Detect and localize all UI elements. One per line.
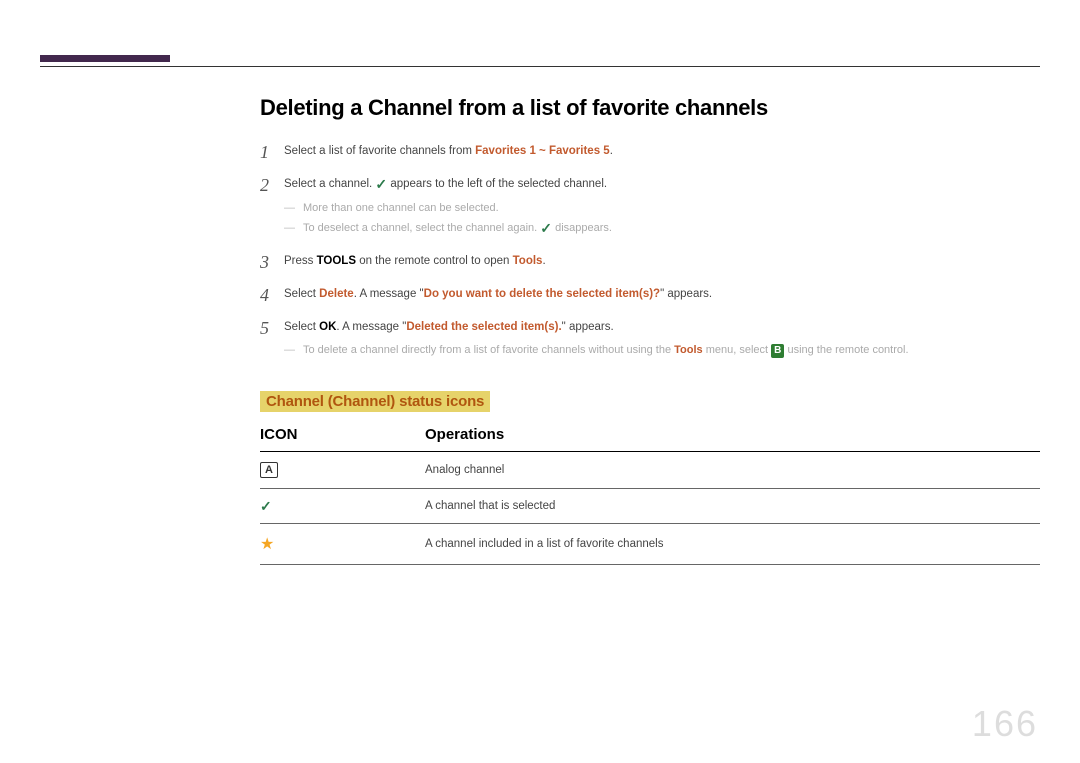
table-row: ★ A channel included in a list of favori… [260,523,1040,564]
status-icons-table: ICON Operations A Analog channel ✓ A cha… [260,422,1040,565]
deleted-message: Deleted the selected item(s). [406,321,561,333]
icon-cell: ★ [260,523,425,564]
tools-menu-label: Tools [513,255,543,267]
delete-label: Delete [319,288,354,300]
step-text: Select a list of favorite channels from [284,145,475,157]
col-operations-header: Operations [425,422,1040,452]
document-page: Deleting a Channel from a list of favori… [0,0,1080,763]
step-text: " appears. [562,321,614,333]
step-text: " appears. [660,288,712,300]
sidebar-marker [40,55,170,62]
step-text: Select [284,321,319,333]
step-text: Press [284,255,317,267]
step-text: . A message " [336,321,406,333]
top-rule [40,66,1040,67]
checkmark-icon: ✓ [375,177,387,191]
favorites-range: Favorites 1 ~ Favorites 5 [475,145,610,157]
analog-a-icon: A [260,462,278,478]
step-4: Select Delete. A message "Do you want to… [260,286,1040,303]
note-text: To deselect a channel, select the channe… [303,222,540,234]
icon-cell: A [260,451,425,488]
note-text: disappears. [552,222,612,234]
note-text: menu, select [703,344,771,356]
content-area: Deleting a Channel from a list of favori… [260,95,1040,565]
step-text: . [610,145,613,157]
confirm-message: Do you want to delete the selected item(… [424,288,660,300]
status-icons-heading: Channel (Channel) status icons [260,391,490,412]
tools-label: Tools [674,344,703,356]
step-text: Select [284,288,319,300]
step-5-notes: To delete a channel directly from a list… [284,342,1040,359]
step-text: . A message " [354,288,424,300]
step-text: on the remote control to open [356,255,513,267]
col-icon-header: ICON [260,422,425,452]
note-line: To delete a channel directly from a list… [284,342,1040,359]
star-icon: ★ [260,536,274,553]
note-text: More than one channel can be selected. [303,202,499,214]
step-text: Select a channel. [284,178,375,190]
note-text: using the remote control. [784,344,908,356]
step-text: appears to the left of the selected chan… [387,178,607,190]
step-3: Press TOOLS on the remote control to ope… [260,253,1040,270]
operation-cell: A channel that is selected [425,488,1040,523]
step-text: . [542,255,545,267]
operation-cell: A channel included in a list of favorite… [425,523,1040,564]
table-row: ✓ A channel that is selected [260,488,1040,523]
checkmark-icon: ✓ [540,221,552,235]
note-line: To deselect a channel, select the channe… [284,220,1040,237]
ok-label: OK [319,321,336,333]
step-5: Select OK. A message "Deleted the select… [260,319,1040,359]
step-1: Select a list of favorite channels from … [260,143,1040,160]
tools-button-label: TOOLS [317,255,356,267]
icon-cell: ✓ [260,488,425,523]
step-2-notes: More than one channel can be selected. T… [284,200,1040,237]
checkmark-icon: ✓ [260,499,272,513]
page-number: 166 [972,703,1038,745]
table-row: A Analog channel [260,451,1040,488]
note-text: To delete a channel directly from a list… [303,344,674,356]
b-button-icon: B [771,344,784,358]
steps-list: Select a list of favorite channels from … [260,143,1040,359]
table-header-row: ICON Operations [260,422,1040,452]
operation-cell: Analog channel [425,451,1040,488]
step-2: Select a channel. ✓ appears to the left … [260,176,1040,236]
note-line: More than one channel can be selected. [284,200,1040,217]
page-title: Deleting a Channel from a list of favori… [260,95,1040,121]
